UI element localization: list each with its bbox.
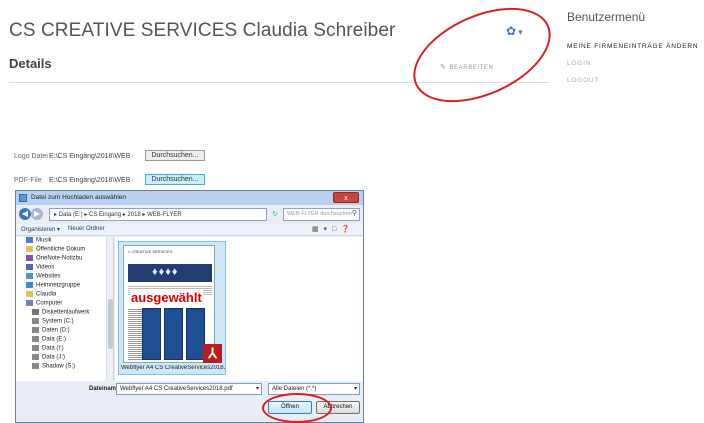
file-upload-dialog: Datei zum Hochladen auswählen x ◀ ▶ ▸ Da… xyxy=(15,190,364,423)
file-item-selected[interactable]: ◐ CREATIVE SERVICES ♦♦♦♦ ausgewählt ⅄ We… xyxy=(118,241,226,375)
folder-icon xyxy=(32,336,39,342)
folder-icon xyxy=(32,354,39,360)
folder-icon xyxy=(32,363,39,369)
back-arrow-icon[interactable]: ◀ xyxy=(19,208,31,220)
nav-item-label: Videos xyxy=(36,264,55,271)
view-options-icons[interactable]: ▦▾□❓ xyxy=(312,225,355,233)
nav-item-label: System (C:) xyxy=(42,318,74,325)
flyer-panel xyxy=(142,308,161,360)
nav-item[interactable]: Data (E:) xyxy=(16,336,113,345)
flyer-panels xyxy=(128,308,212,360)
scrollbar-thumb[interactable] xyxy=(108,299,113,349)
nav-item-label: OneNote-Notizbu xyxy=(36,255,83,262)
new-folder-button[interactable]: Neuer Ordner xyxy=(68,226,105,232)
folder-icon xyxy=(32,318,39,324)
nav-item[interactable]: Videos xyxy=(16,264,113,273)
nav-scrollbar[interactable] xyxy=(106,237,113,381)
menu-link-logout[interactable]: LOGOUT xyxy=(567,77,599,84)
address-bar[interactable]: ▸ Data (E:) ▸ CS Eingang ▸ 2018 ▸ WEB-FL… xyxy=(49,208,267,221)
flyer-logo: ◐ CREATIVE SERVICES xyxy=(128,249,173,254)
filetype-value: Alle Dateien (*.*) xyxy=(272,386,317,392)
organize-menu[interactable]: Organisieren ▾ xyxy=(21,226,60,233)
nav-item[interactable]: Data (I:) xyxy=(16,345,113,354)
nav-item[interactable]: Websites xyxy=(16,273,113,282)
nav-item[interactable]: Diskettenlaufwerk xyxy=(16,309,113,318)
nav-item-label: Musik xyxy=(36,237,52,244)
flyer-panel xyxy=(164,308,183,360)
selected-stamp: ausgewählt xyxy=(130,290,203,305)
acrobat-icon: ⅄ xyxy=(203,344,222,363)
nav-item[interactable]: Musik xyxy=(16,237,113,246)
pdf-browse-button[interactable]: Durchsuchen... xyxy=(145,174,205,185)
file-list-pane: ◐ CREATIVE SERVICES ♦♦♦♦ ausgewählt ⅄ We… xyxy=(115,237,363,381)
annotation-circle xyxy=(399,0,565,122)
nav-item[interactable]: Data (J:) xyxy=(16,354,113,363)
pdf-file-label: PDF-File xyxy=(14,177,42,184)
chevron-down-icon[interactable]: ▾ xyxy=(256,385,259,392)
nav-item-label: Websites xyxy=(36,273,61,280)
search-placeholder: WEB-FLYER durchsuchen xyxy=(287,211,352,217)
nav-list: Musik Öffentliche Dokum OneNote-Notizbu Vid… xyxy=(16,237,113,372)
nav-item-label: Shadow (S:) xyxy=(42,363,76,370)
folder-icon xyxy=(26,273,33,279)
details-heading: Details xyxy=(9,56,52,71)
nav-item[interactable]: OneNote-Notizbu xyxy=(16,255,113,264)
filetype-select[interactable]: Alle Dateien (*.*) ▾ xyxy=(268,383,360,395)
nav-item[interactable]: Daten (D:) xyxy=(16,327,113,336)
folder-icon xyxy=(26,300,33,306)
folder-search-input[interactable]: WEB-FLYER durchsuchen ⚲ xyxy=(283,208,360,221)
folder-icon xyxy=(26,282,33,288)
refresh-icon[interactable]: ↻ xyxy=(269,208,281,221)
address-row: ◀ ▶ ▸ Data (E:) ▸ CS Eingang ▸ 2018 ▸ WE… xyxy=(19,208,360,222)
nav-item-label: Claudia xyxy=(36,291,57,298)
folder-icon xyxy=(26,291,33,297)
nav-item-label: Data (E:) xyxy=(42,336,67,343)
nav-item[interactable]: Öffentliche Dokum xyxy=(16,246,113,255)
filename-input[interactable]: Webflyer A4 CS CreativeServices2018.pdf xyxy=(116,383,262,395)
menu-link-login[interactable]: LOGIN xyxy=(567,60,591,67)
logo-file-label: Logo Datei xyxy=(14,153,48,160)
logo-file-path: E:\CS Eingang\2018\WEB xyxy=(49,153,131,160)
nav-item[interactable]: Claudia xyxy=(16,291,113,300)
chevron-down-icon: ▾ xyxy=(353,386,357,392)
nav-item-label: Data (I:) xyxy=(42,345,64,352)
logo-browse-button[interactable]: Durchsuchen... xyxy=(145,150,205,161)
nav-item-label: Diskettenlaufwerk xyxy=(42,309,90,316)
nav-item[interactable]: System (C:) xyxy=(16,318,113,327)
annotation-circle xyxy=(262,393,332,423)
folder-icon xyxy=(26,255,33,261)
nav-item[interactable]: Computer xyxy=(16,300,113,309)
nav-item-label: Öffentliche Dokum xyxy=(36,246,86,253)
lightbulb-icons: ♦♦♦♦ xyxy=(152,266,179,278)
search-icon: ⚲ xyxy=(351,210,357,217)
nav-item-label: Heimnetzgruppe xyxy=(36,282,81,289)
dialog-titlebar[interactable]: Datei zum Hochladen auswählen x xyxy=(16,191,363,205)
dialog-title: Datei zum Hochladen auswählen xyxy=(31,194,127,201)
file-name: Webflyer A4 CS CreativeServices2018.pdf xyxy=(121,365,225,371)
folder-icon xyxy=(32,309,39,315)
nav-item-label: Data (J:) xyxy=(42,354,66,361)
dialog-toolbar: Organisieren ▾ Neuer Ordner ▦▾□❓ xyxy=(16,224,363,236)
navigation-pane: Musik Öffentliche Dokum OneNote-Notizbu Vid… xyxy=(16,237,114,381)
folder-icon xyxy=(32,345,39,351)
nav-item[interactable]: Shadow (S:) xyxy=(16,363,113,372)
user-menu-title: Benutzermenü xyxy=(567,10,646,24)
close-button[interactable]: x xyxy=(333,192,359,203)
folder-icon xyxy=(26,237,33,243)
menu-link-edit-entries[interactable]: MEINE FIRMENEINTRÄGE ÄNDERN xyxy=(567,43,698,50)
folder-icon xyxy=(32,327,39,333)
nav-item[interactable]: Heimnetzgruppe xyxy=(16,282,113,291)
folder-icon xyxy=(26,246,33,252)
page-title: CS CREATIVE SERVICES Claudia Schreiber xyxy=(9,20,396,41)
folder-icon xyxy=(26,264,33,270)
file-thumbnail: ◐ CREATIVE SERVICES ♦♦♦♦ ausgewählt xyxy=(123,245,215,363)
nav-item-label: Computer xyxy=(36,300,63,307)
forward-arrow-icon[interactable]: ▶ xyxy=(31,208,43,220)
pdf-file-path: E:\CS Eingang\2018\WEB xyxy=(49,177,131,184)
window-icon xyxy=(19,194,27,202)
nav-item-label: Daten (D:) xyxy=(42,327,70,334)
